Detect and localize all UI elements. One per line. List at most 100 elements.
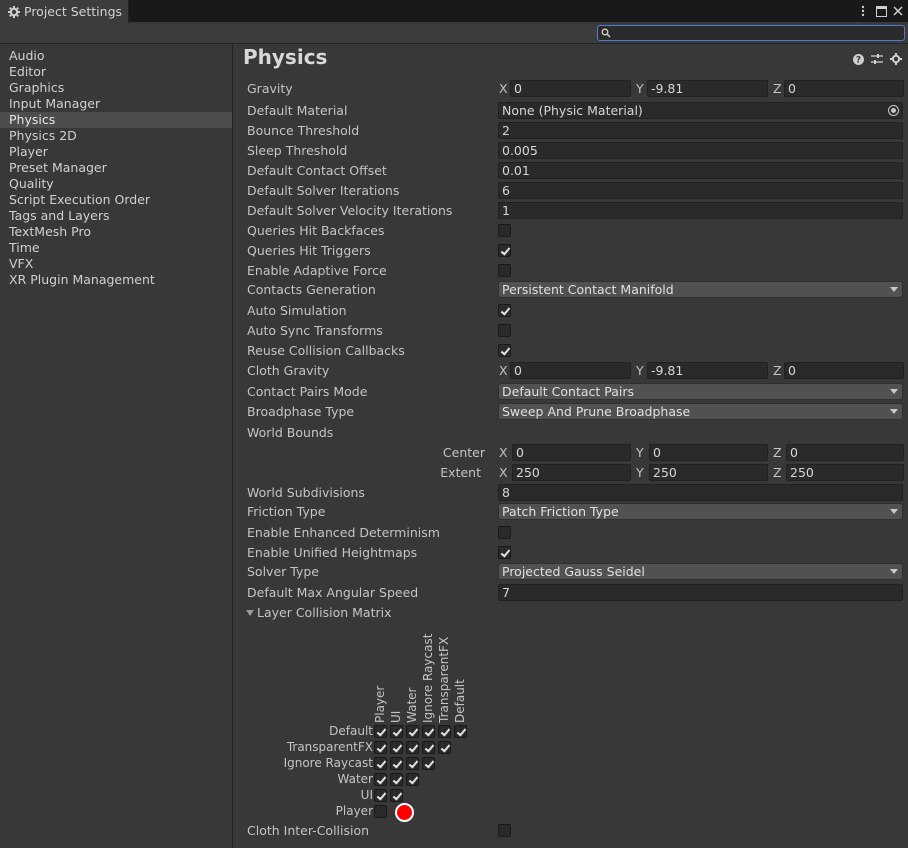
matrix-checkbox-water-ui[interactable] bbox=[390, 773, 403, 786]
reuse-collision-callbacks-checkbox[interactable] bbox=[498, 344, 511, 357]
preset-icon[interactable] bbox=[870, 52, 884, 66]
matrix-row-player: Player bbox=[233, 804, 373, 820]
center-y-field[interactable]: 0 bbox=[649, 444, 768, 461]
matrix-checkbox-ignore-raycast-ignore-raycast[interactable] bbox=[422, 757, 435, 770]
more-options-icon[interactable] bbox=[855, 3, 871, 19]
sidebar-item-time[interactable]: Time bbox=[0, 240, 232, 256]
gravity-y-field[interactable]: -9.81 bbox=[647, 80, 768, 97]
world-subdivisions-field[interactable]: 8 bbox=[498, 484, 903, 501]
broadphase-type-dropdown[interactable]: Sweep And Prune Broadphase bbox=[498, 403, 903, 420]
cloth-inter-collision-checkbox[interactable] bbox=[498, 824, 511, 837]
matrix-checkbox-transparentfx-ignore-raycast[interactable] bbox=[422, 741, 435, 754]
matrix-checkbox-ignore-raycast-ui[interactable] bbox=[390, 757, 403, 770]
matrix-checkbox-default-default[interactable] bbox=[454, 725, 467, 738]
enable-enhanced-determinism-checkbox[interactable] bbox=[498, 526, 511, 539]
sidebar-item-script-execution-order[interactable]: Script Execution Order bbox=[0, 192, 232, 208]
maximize-icon[interactable] bbox=[873, 3, 889, 19]
default-material-field[interactable]: None (Physic Material) bbox=[498, 102, 903, 119]
gravity-x-field[interactable]: 0 bbox=[510, 80, 631, 97]
matrix-checkbox-default-player[interactable] bbox=[374, 725, 387, 738]
default-solver-velocity-iterations-field[interactable]: 1 bbox=[498, 202, 903, 219]
gravity-y-label: Y bbox=[636, 81, 644, 96]
matrix-checkbox-water-player[interactable] bbox=[374, 773, 387, 786]
gravity-label: Gravity bbox=[247, 81, 293, 96]
sidebar-item-input-manager[interactable]: Input Manager bbox=[0, 96, 232, 112]
auto-sync-transforms-checkbox[interactable] bbox=[498, 324, 511, 337]
enable-adaptive-force-checkbox[interactable] bbox=[498, 264, 511, 277]
sidebar-item-tags-and-layers[interactable]: Tags and Layers bbox=[0, 208, 232, 224]
sidebar-item-quality[interactable]: Quality bbox=[0, 176, 232, 192]
search-input[interactable] bbox=[597, 25, 905, 41]
matrix-checkbox-ignore-raycast-water[interactable] bbox=[406, 757, 419, 770]
extent-y-field[interactable]: 250 bbox=[649, 464, 768, 481]
matrix-checkbox-transparentfx-transparentfx[interactable] bbox=[438, 741, 451, 754]
matrix-checkbox-ui-ui[interactable] bbox=[390, 789, 403, 802]
physics-settings-panel: Physics ? Gravity X 0 Y -9.81 Z 0 Defaul… bbox=[233, 44, 908, 848]
cloth-inter-collision-row: Cloth Inter-Collision bbox=[233, 821, 908, 841]
cloth-gravity-y-label: Y bbox=[636, 363, 644, 378]
matrix-row-default: Default bbox=[233, 724, 373, 740]
default-max-angular-speed-field[interactable]: 7 bbox=[498, 584, 903, 601]
matrix-checkbox-ignore-raycast-player[interactable] bbox=[374, 757, 387, 770]
settings-gear-icon[interactable] bbox=[889, 52, 903, 66]
queries-hit-triggers-checkbox[interactable] bbox=[498, 244, 511, 257]
matrix-checkbox-default-ignore-raycast[interactable] bbox=[422, 725, 435, 738]
sidebar-item-textmesh-pro[interactable]: TextMesh Pro bbox=[0, 224, 232, 240]
matrix-checkbox-player-player[interactable] bbox=[374, 805, 387, 818]
gravity-z-field[interactable]: 0 bbox=[784, 80, 904, 97]
matrix-checkbox-ui-player[interactable] bbox=[374, 789, 387, 802]
friction-type-dropdown[interactable]: Patch Friction Type bbox=[498, 503, 903, 520]
cloth-gravity-z-field[interactable]: 0 bbox=[784, 362, 904, 379]
extent-z-field[interactable]: 250 bbox=[786, 464, 904, 481]
layer-collision-matrix-foldout[interactable]: Layer Collision Matrix bbox=[233, 603, 908, 623]
sleep-threshold-field[interactable]: 0.005 bbox=[498, 142, 903, 159]
contact-pairs-mode-value: Default Contact Pairs bbox=[502, 384, 635, 399]
contact-pairs-mode-dropdown[interactable]: Default Contact Pairs bbox=[498, 383, 903, 400]
enable-adaptive-force-label: Enable Adaptive Force bbox=[247, 263, 387, 278]
sidebar-item-preset-manager[interactable]: Preset Manager bbox=[0, 160, 232, 176]
default-material-label: Default Material bbox=[247, 103, 348, 118]
matrix-checkbox-water-water[interactable] bbox=[406, 773, 419, 786]
default-contact-offset-field[interactable]: 0.01 bbox=[498, 162, 903, 179]
matrix-checkbox-default-water[interactable] bbox=[406, 725, 419, 738]
sidebar-item-xr-plugin-management[interactable]: XR Plugin Management bbox=[0, 272, 232, 288]
foldout-expanded-icon[interactable] bbox=[246, 610, 254, 616]
help-icon[interactable]: ? bbox=[851, 52, 865, 66]
sidebar-item-physics-2d[interactable]: Physics 2D bbox=[0, 128, 232, 144]
sidebar-item-player[interactable]: Player bbox=[0, 144, 232, 160]
auto-simulation-checkbox[interactable] bbox=[498, 304, 511, 317]
tab-project-settings[interactable]: Project Settings bbox=[0, 0, 129, 23]
sidebar-item-editor[interactable]: Editor bbox=[0, 64, 232, 80]
queries-hit-triggers-row: Queries Hit Triggers bbox=[233, 241, 908, 261]
matrix-checkbox-default-ui[interactable] bbox=[390, 725, 403, 738]
matrix-row-water: Water bbox=[233, 772, 373, 788]
extent-label: Extent bbox=[440, 465, 481, 480]
matrix-col-transparentfx: TransparentFX bbox=[437, 636, 451, 723]
sidebar-item-graphics[interactable]: Graphics bbox=[0, 80, 232, 96]
sidebar-item-physics[interactable]: Physics bbox=[0, 112, 232, 128]
solver-type-dropdown[interactable]: Projected Gauss Seidel bbox=[498, 563, 903, 580]
object-picker-icon[interactable] bbox=[888, 105, 899, 116]
friction-type-row: Friction Type Patch Friction Type bbox=[233, 502, 908, 522]
contacts-generation-dropdown[interactable]: Persistent Contact Manifold bbox=[498, 281, 903, 298]
sidebar-item-vfx[interactable]: VFX bbox=[0, 256, 232, 272]
matrix-checkbox-transparentfx-water[interactable] bbox=[406, 741, 419, 754]
matrix-checkbox-transparentfx-ui[interactable] bbox=[390, 741, 403, 754]
sidebar-item-audio[interactable]: Audio bbox=[0, 48, 232, 64]
enable-unified-heightmaps-checkbox[interactable] bbox=[498, 546, 511, 559]
extent-x-label: X bbox=[499, 465, 508, 480]
world-bounds-extent-row: Extent X 250 Y 250 Z 250 bbox=[233, 463, 908, 483]
cloth-gravity-y-field[interactable]: -9.81 bbox=[647, 362, 768, 379]
cloth-gravity-x-field[interactable]: 0 bbox=[510, 362, 631, 379]
default-solver-iterations-field[interactable]: 6 bbox=[498, 182, 903, 199]
default-solver-iterations-row: Default Solver Iterations 6 bbox=[233, 181, 908, 201]
bounce-threshold-field[interactable]: 2 bbox=[498, 122, 903, 139]
center-x-field[interactable]: 0 bbox=[512, 444, 631, 461]
close-icon[interactable] bbox=[890, 3, 906, 19]
matrix-checkbox-transparentfx-player[interactable] bbox=[374, 741, 387, 754]
queries-hit-backfaces-checkbox[interactable] bbox=[498, 224, 511, 237]
center-z-field[interactable]: 0 bbox=[786, 444, 904, 461]
extent-x-field[interactable]: 250 bbox=[512, 464, 631, 481]
matrix-checkbox-default-transparentfx[interactable] bbox=[438, 725, 451, 738]
default-solver-velocity-iterations-row: Default Solver Velocity Iterations 1 bbox=[233, 201, 908, 221]
